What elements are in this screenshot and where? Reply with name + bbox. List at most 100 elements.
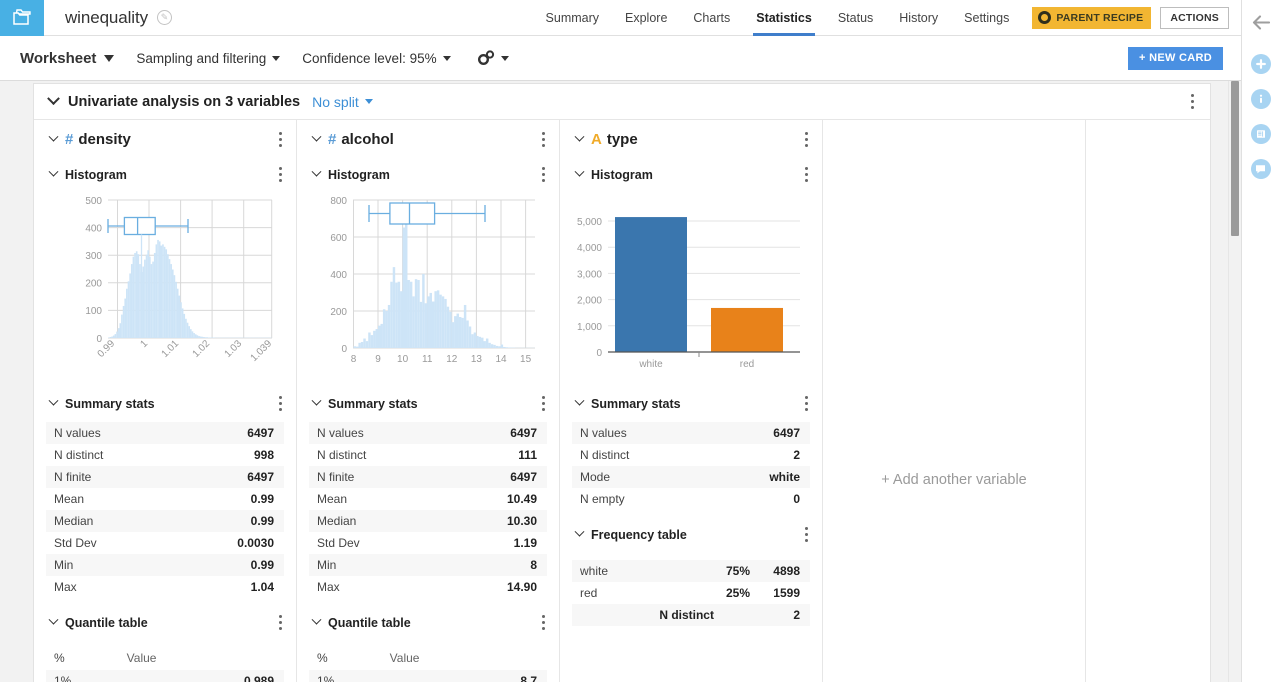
plus-glyph xyxy=(1255,58,1267,70)
svg-text:500: 500 xyxy=(85,196,102,207)
quantile-table-menu-button[interactable] xyxy=(542,614,545,632)
arrow-left-icon[interactable] xyxy=(1249,10,1273,34)
svg-text:1.03: 1.03 xyxy=(223,338,245,360)
page-title: winequality xyxy=(65,8,148,28)
quantile-table-menu-button[interactable] xyxy=(279,614,282,632)
tab-explore[interactable]: Explore xyxy=(612,0,680,36)
chevron-down-icon[interactable] xyxy=(47,92,60,105)
chevron-down-icon[interactable] xyxy=(312,615,322,625)
svg-text:0: 0 xyxy=(96,334,102,345)
worksheet-dropdown[interactable]: Worksheet xyxy=(20,50,114,67)
table-row: Min0.99 xyxy=(46,554,284,576)
details-list-icon[interactable] xyxy=(1251,124,1271,144)
n-distinct-value: 2 xyxy=(793,608,800,622)
svg-text:14: 14 xyxy=(495,354,507,365)
chevron-down-icon[interactable] xyxy=(575,132,585,142)
table-header-row: % Value xyxy=(309,646,547,670)
top-bar: winequality ✎ Summary Explore Charts Sta… xyxy=(0,0,1241,36)
summary-stats-menu-button[interactable] xyxy=(542,395,545,413)
variable-menu-button[interactable] xyxy=(279,131,282,149)
add-variable-column[interactable]: + Add another variable xyxy=(823,120,1086,682)
stat-value: 6497 xyxy=(510,470,537,484)
density-histogram-chart[interactable]: 0 100 200 300 400 500 0.99 1 1.01 1.02 1… xyxy=(34,190,296,376)
variable-menu-button[interactable] xyxy=(542,131,545,149)
summary-stats-section-header: Summary stats xyxy=(560,388,822,419)
frequency-table-menu-button[interactable] xyxy=(805,526,808,544)
frequency-count: 1599 xyxy=(773,586,800,600)
chevron-down-icon[interactable] xyxy=(312,167,322,177)
summary-stats-menu-button[interactable] xyxy=(805,395,808,413)
tab-settings[interactable]: Settings xyxy=(951,0,1022,36)
settings-gear-dropdown[interactable] xyxy=(477,50,509,66)
table-row: 1%8.7 xyxy=(309,670,547,682)
alcohol-histogram-svg: 0 200 400 600 800 8 9 10 11 12 13 14 xyxy=(305,192,545,370)
chevron-down-icon[interactable] xyxy=(49,167,59,177)
chevron-down-icon[interactable] xyxy=(312,132,322,142)
histogram-menu-button[interactable] xyxy=(805,166,808,184)
histogram-menu-button[interactable] xyxy=(542,166,545,184)
type-frequency-chart[interactable]: 0 1,000 2,000 3,000 4,000 5,000 white re… xyxy=(560,190,822,376)
stat-value: 2 xyxy=(793,448,800,462)
histogram-menu-button[interactable] xyxy=(279,166,282,184)
quantile-pct: 1% xyxy=(54,674,71,682)
actions-button[interactable]: ACTIONS xyxy=(1160,7,1229,29)
table-footer-row: N distinct 2 xyxy=(572,604,810,626)
chat-bubble-glyph xyxy=(1254,163,1267,175)
new-card-button[interactable]: + NEW CARD xyxy=(1128,47,1223,70)
sampling-label: Sampling and filtering xyxy=(136,51,266,66)
stat-value: 998 xyxy=(254,448,274,462)
tab-status[interactable]: Status xyxy=(825,0,886,36)
frequency-percent: 75% xyxy=(690,564,750,578)
column-header-pct: % xyxy=(317,651,328,665)
confidence-label: Confidence level: 95% xyxy=(302,51,436,66)
tab-statistics[interactable]: Statistics xyxy=(743,0,825,36)
chevron-down-icon[interactable] xyxy=(312,396,322,406)
summary-stats-section-header: Summary stats xyxy=(297,388,559,419)
table-row: Std Dev1.19 xyxy=(309,532,547,554)
main-nav: Summary Explore Charts Statistics Status… xyxy=(533,0,1241,36)
frequency-category: red xyxy=(580,586,690,600)
confidence-level-dropdown[interactable]: Confidence level: 95% xyxy=(302,51,450,66)
stat-value: 0.99 xyxy=(251,514,274,528)
add-another-variable-button[interactable]: + Add another variable xyxy=(823,472,1085,488)
stat-value: 0.99 xyxy=(251,492,274,506)
summary-stats-menu-button[interactable] xyxy=(279,395,282,413)
pen-circle-icon[interactable]: ✎ xyxy=(157,10,172,25)
chevron-down-icon[interactable] xyxy=(49,396,59,406)
stat-label: N values xyxy=(54,426,101,440)
chat-bubble-icon[interactable] xyxy=(1251,159,1271,179)
plus-icon[interactable] xyxy=(1251,54,1271,74)
svg-text:100: 100 xyxy=(85,306,102,317)
chevron-down-icon[interactable] xyxy=(575,527,585,537)
chevron-down-icon[interactable] xyxy=(49,615,59,625)
variable-menu-button[interactable] xyxy=(805,131,808,149)
section-title: Summary stats xyxy=(591,397,681,411)
tab-charts[interactable]: Charts xyxy=(680,0,743,36)
histogram-section-header: Histogram xyxy=(34,159,296,190)
arrow-left-glyph xyxy=(1252,15,1270,30)
parent-recipe-label: PARENT RECIPE xyxy=(1056,12,1143,24)
no-split-dropdown[interactable]: No split xyxy=(312,94,373,110)
svg-text:1.01: 1.01 xyxy=(160,338,182,360)
folder-icon[interactable] xyxy=(0,0,44,36)
vertical-scrollbar-thumb[interactable] xyxy=(1231,81,1239,236)
quantile-value: 8.7 xyxy=(520,674,537,682)
chevron-down-icon[interactable] xyxy=(575,396,585,406)
svg-text:13: 13 xyxy=(471,354,483,365)
alcohol-histogram-chart[interactable]: 0 200 400 600 800 8 9 10 11 12 13 14 xyxy=(297,190,559,376)
stat-label: Min xyxy=(317,558,336,572)
tab-history[interactable]: History xyxy=(886,0,951,36)
svg-text:white: white xyxy=(638,359,663,370)
table-row: Max14.90 xyxy=(309,576,547,598)
tab-summary[interactable]: Summary xyxy=(533,0,612,36)
card-menu-button[interactable] xyxy=(1191,93,1194,111)
info-icon[interactable] xyxy=(1251,89,1271,109)
section-title: Frequency table xyxy=(591,528,687,542)
histogram-section-header: Histogram xyxy=(297,159,559,190)
parent-recipe-button[interactable]: PARENT RECIPE xyxy=(1032,7,1151,29)
chevron-down-icon[interactable] xyxy=(575,167,585,177)
section-title: Quantile table xyxy=(65,616,148,630)
sampling-filtering-dropdown[interactable]: Sampling and filtering xyxy=(136,51,280,66)
chevron-down-icon[interactable] xyxy=(49,132,59,142)
vertical-scrollbar-track[interactable] xyxy=(1228,81,1241,682)
